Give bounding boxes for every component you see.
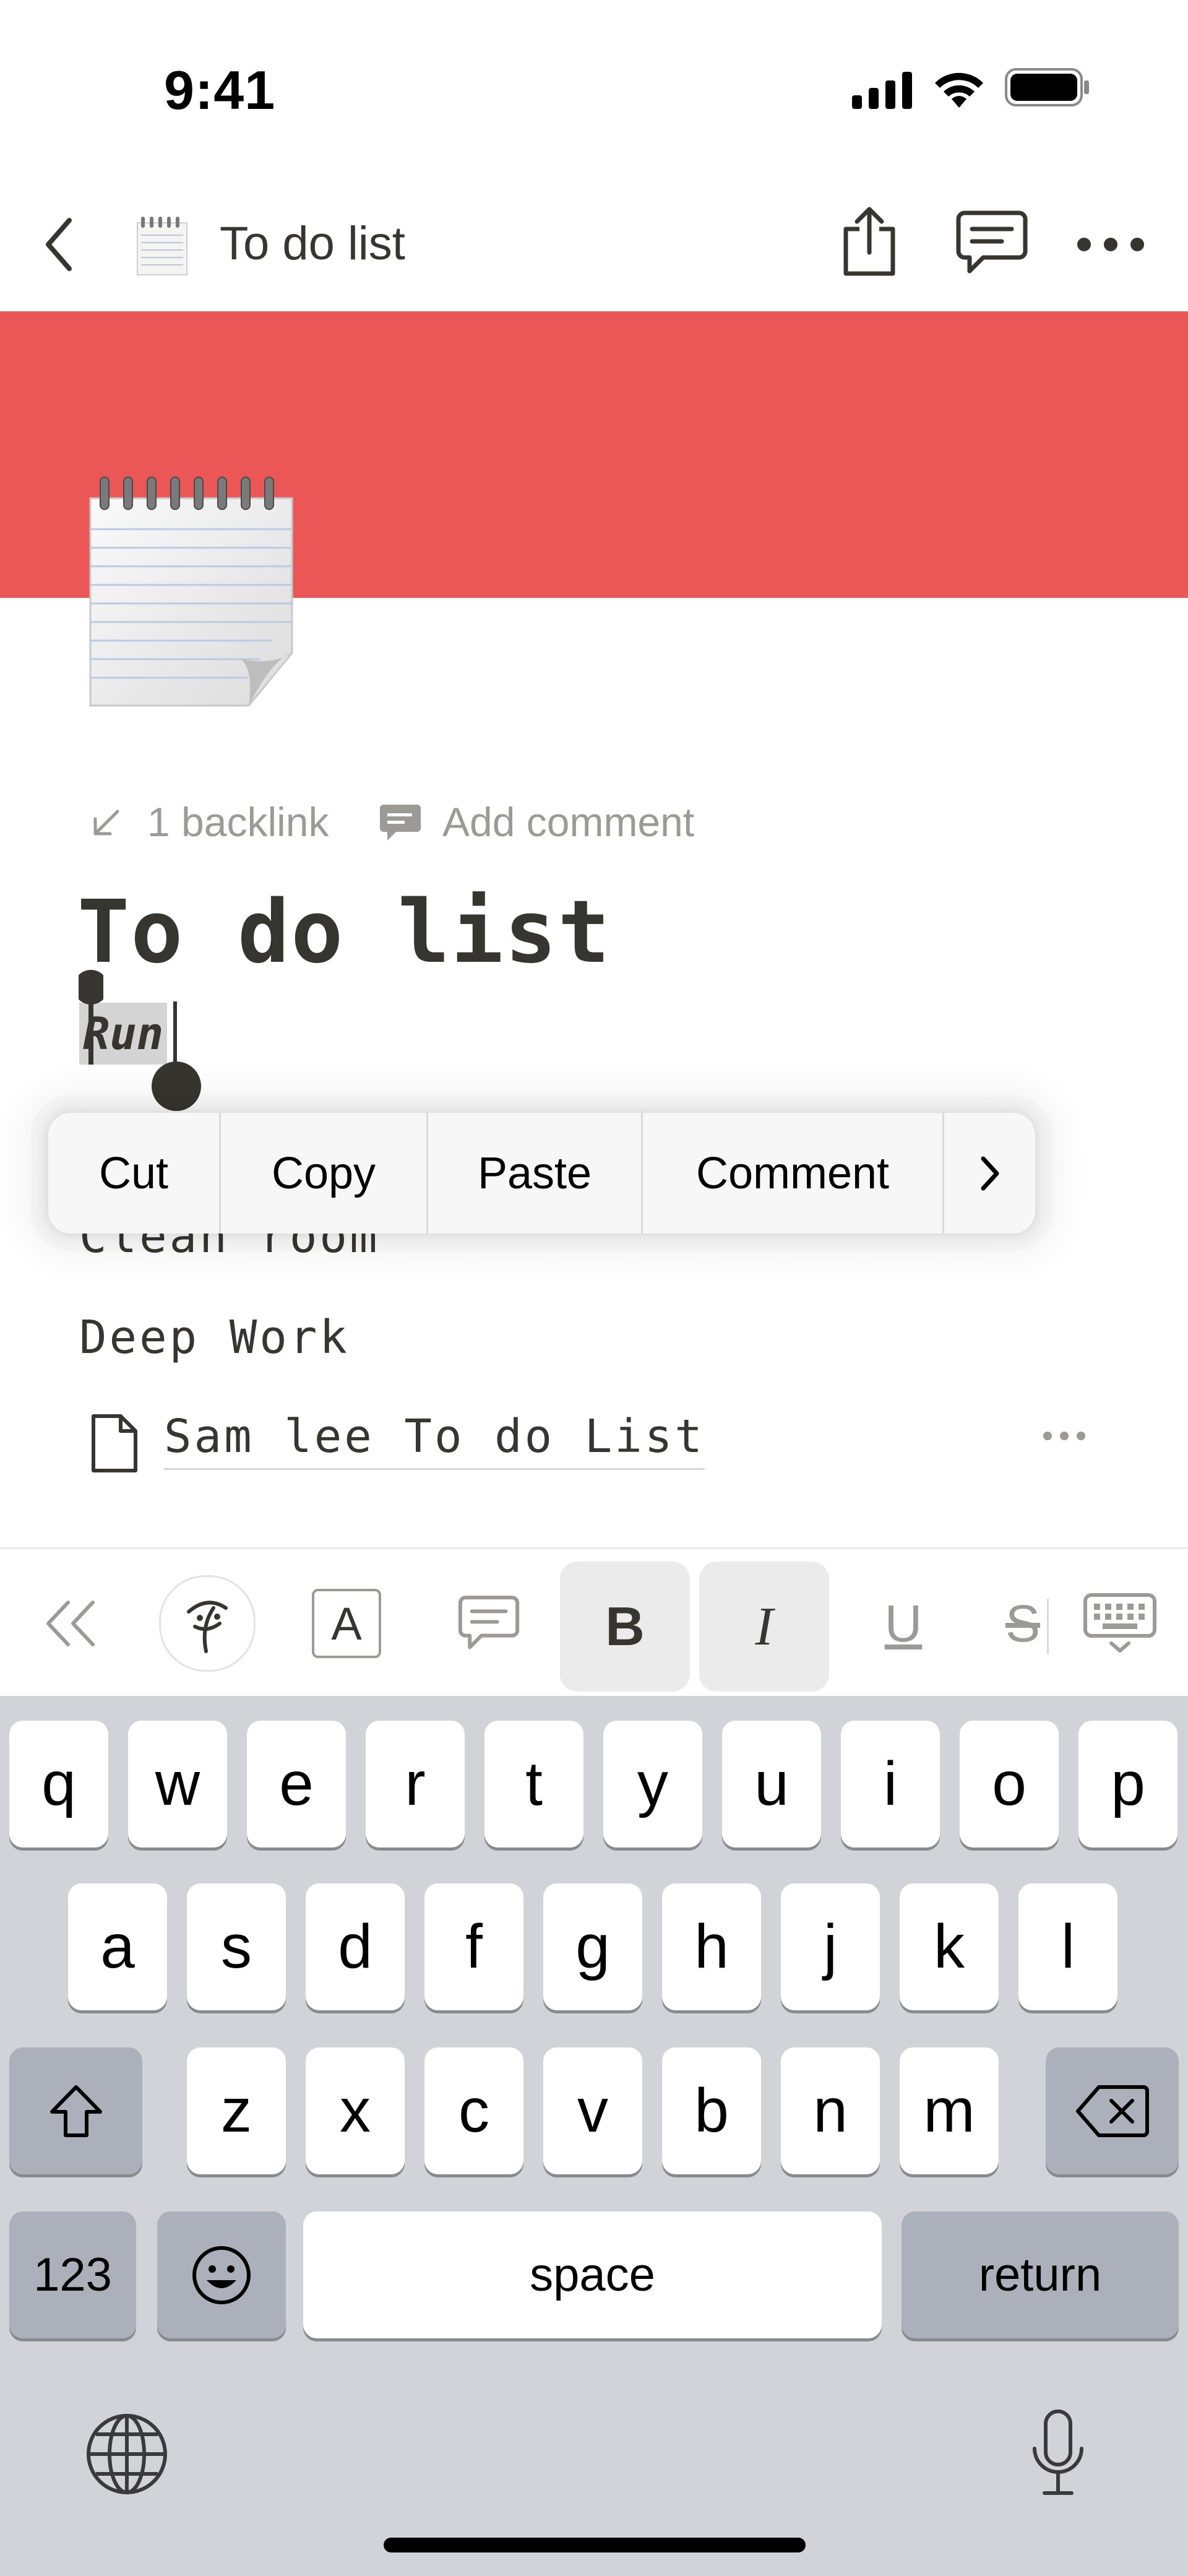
selection-handle-start[interactable] (74, 966, 108, 1071)
bold-icon: B (605, 1596, 645, 1657)
italic-icon: I (755, 1596, 773, 1657)
key-i[interactable]: i (841, 1721, 940, 1848)
key-f[interactable]: f (424, 1883, 523, 2010)
key-b[interactable]: b (662, 2047, 761, 2174)
notepad-icon (135, 215, 189, 279)
block-more-button[interactable] (1040, 1424, 1089, 1448)
key-l[interactable]: l (1018, 1883, 1117, 2010)
cut-menu-item[interactable]: Cut (48, 1113, 221, 1234)
return-key[interactable]: return (902, 2211, 1179, 2338)
key-m[interactable]: m (900, 2047, 999, 2174)
collapse-toolbar-button[interactable] (34, 1549, 108, 1698)
comment-toolbar-button[interactable] (446, 1549, 532, 1698)
battery-icon (1005, 68, 1091, 110)
wifi-icon (931, 68, 987, 112)
chevron-right-icon (981, 1156, 999, 1190)
key-y[interactable]: y (603, 1721, 702, 1848)
key-p[interactable]: p (1078, 1721, 1177, 1848)
globe-button[interactable] (80, 2408, 173, 2500)
comment-icon (956, 210, 1027, 273)
share-button[interactable] (835, 198, 903, 285)
text-color-icon: A (312, 1589, 381, 1658)
key-e[interactable]: e (247, 1721, 346, 1848)
key-j[interactable]: j (781, 1883, 880, 2010)
key-k[interactable]: k (900, 1883, 999, 2010)
home-indicator[interactable] (384, 2538, 806, 2552)
key-h[interactable]: h (662, 1883, 761, 2010)
shift-icon (50, 2085, 102, 2137)
paste-menu-item[interactable]: Paste (428, 1113, 643, 1234)
comments-button[interactable] (953, 204, 1030, 282)
delete-key[interactable] (1046, 2047, 1179, 2174)
text-color-button[interactable]: A (303, 1549, 390, 1698)
back-button[interactable] (37, 214, 80, 275)
microphone-icon (1033, 2410, 1083, 2495)
todo-line-deep-work[interactable]: Deep Work (79, 1311, 350, 1364)
strikethrough-icon: S (1005, 1594, 1041, 1653)
formatting-toolbar: A B I U S (0, 1547, 1188, 1698)
add-comment-icon (379, 803, 422, 845)
selection-handle-end[interactable] (152, 1052, 201, 1117)
toolbar-divider (1047, 1599, 1049, 1654)
key-c[interactable]: c (424, 2047, 523, 2174)
key-q[interactable]: q (9, 1721, 108, 1848)
globe-icon (87, 2414, 167, 2494)
more-button[interactable] (1074, 223, 1148, 266)
key-x[interactable]: x (306, 2047, 405, 2174)
numbers-key[interactable]: 123 (9, 2211, 136, 2338)
shift-key[interactable] (9, 2047, 142, 2174)
key-o[interactable]: o (960, 1721, 1059, 1848)
comment-icon (458, 1596, 520, 1649)
share-icon (843, 207, 895, 276)
italic-button[interactable]: I (699, 1562, 829, 1692)
key-g[interactable]: g (543, 1883, 642, 2010)
key-s[interactable]: s (187, 1883, 286, 2010)
underline-button[interactable]: U (860, 1549, 947, 1698)
bold-button[interactable]: B (560, 1562, 690, 1692)
key-v[interactable]: v (543, 2047, 642, 2174)
hide-keyboard-button[interactable] (1074, 1549, 1166, 1698)
underline-icon: U (884, 1594, 923, 1653)
emoji-icon (192, 2245, 251, 2304)
key-a[interactable]: a (68, 1883, 167, 2010)
keyboard-icon (1083, 1593, 1156, 1653)
ellipsis-icon (1043, 1432, 1085, 1440)
subpage-link[interactable]: Sam lee To do List (164, 1410, 705, 1470)
space-key[interactable]: space (303, 2211, 882, 2338)
ellipsis-icon (1077, 238, 1144, 251)
ai-face-icon (187, 1601, 228, 1653)
backlinks-link[interactable]: 1 backlink (147, 798, 329, 845)
key-z[interactable]: z (187, 2047, 286, 2174)
dictation-button[interactable] (1015, 2401, 1101, 2507)
key-w[interactable]: w (128, 1721, 227, 1848)
backlink-icon (90, 808, 121, 842)
ai-assist-button[interactable] (158, 1549, 257, 1698)
copy-menu-item[interactable]: Copy (221, 1113, 428, 1234)
status-time: 9:41 (164, 59, 276, 121)
page-emoji-notepad-icon[interactable] (87, 473, 300, 712)
nav-title[interactable]: To do list (220, 217, 405, 270)
key-n[interactable]: n (781, 2047, 880, 2174)
key-u[interactable]: u (722, 1721, 821, 1848)
more-menu-button[interactable] (944, 1113, 1035, 1234)
strikethrough-button[interactable]: S (1005, 1549, 1049, 1698)
key-t[interactable]: t (484, 1721, 583, 1848)
page-title[interactable]: To do list (77, 882, 611, 983)
context-menu: Cut Copy Paste Comment (48, 1113, 1035, 1234)
add-comment-button[interactable]: Add comment (442, 798, 694, 845)
key-r[interactable]: r (366, 1721, 465, 1848)
double-chevron-left-icon (46, 1601, 95, 1646)
key-d[interactable]: d (306, 1883, 405, 2010)
comment-menu-item[interactable]: Comment (643, 1113, 944, 1234)
chevron-left-icon (46, 218, 72, 271)
backspace-icon (1075, 2085, 1149, 2137)
page-doc-icon (90, 1412, 139, 1477)
emoji-key[interactable] (157, 2211, 286, 2338)
keyboard: q w e r t y u i o p a s d f g h j k l z … (0, 1696, 1188, 2576)
signal-icon (852, 72, 914, 112)
